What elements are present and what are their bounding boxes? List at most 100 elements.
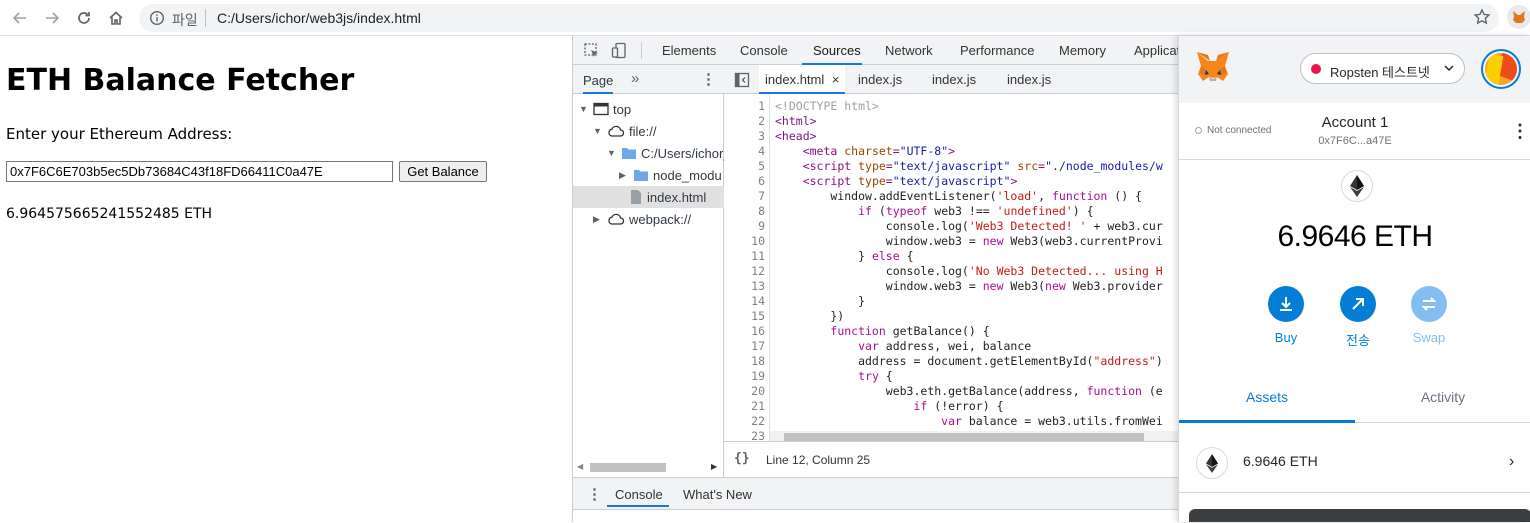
bookmark-star-icon[interactable] — [1473, 8, 1491, 26]
more-options-icon[interactable]: ⋮ — [701, 70, 716, 88]
tree-item-index-html[interactable]: index.html — [573, 186, 724, 208]
tab-console[interactable]: Console — [740, 43, 788, 58]
account-name[interactable]: Account 1 — [1179, 114, 1530, 131]
line-number[interactable]: 10 — [725, 234, 765, 249]
url-text[interactable]: C:/Users/ichor/web3js/index.html — [217, 10, 421, 26]
line-number[interactable]: 3 — [725, 129, 765, 144]
tree-item-top[interactable]: ▼ top — [579, 98, 631, 120]
code-line[interactable]: web3.eth.getBalance(address, function (e — [775, 384, 1163, 399]
swap-button[interactable]: Swap — [1399, 286, 1459, 345]
back-button[interactable] — [8, 6, 32, 30]
network-selector[interactable]: Ropsten 테스트넷 — [1300, 53, 1465, 84]
code-line[interactable]: } — [775, 294, 865, 309]
drawer-tab-console[interactable]: Console — [615, 487, 663, 502]
code-line[interactable]: var balance = web3.utils.fromWei — [775, 414, 1163, 429]
scrollbar-thumb[interactable] — [784, 433, 1144, 441]
navigator-scrollbar[interactable]: ◀ ▶ — [577, 462, 720, 472]
code-view[interactable]: 1 2 3 4 5 6 7 8 9 10 11 12 13 14 15 16 1… — [724, 94, 1179, 441]
account-options-icon[interactable]: ⋮ — [1511, 121, 1529, 142]
code-line[interactable]: if (typeof web3 !== 'undefined') { — [775, 204, 1093, 219]
editor-tab-index-js[interactable]: index.js — [858, 72, 902, 87]
code-line[interactable]: console.log('Web3 Detected! ' + web3.cur — [775, 219, 1163, 234]
tab-application[interactable]: Applicat — [1134, 43, 1180, 58]
home-button[interactable] — [104, 6, 128, 30]
code-line[interactable]: window.web3 = new Web3(web3.currentProvi — [775, 234, 1163, 249]
line-number[interactable]: 12 — [725, 264, 765, 279]
reload-button[interactable] — [72, 6, 96, 30]
get-balance-button[interactable]: Get Balance — [399, 161, 487, 182]
forward-button[interactable] — [40, 6, 64, 30]
tree-item-file[interactable]: ▼ file:// — [593, 120, 656, 142]
code-line[interactable]: console.log('No Web3 Detected... using H — [775, 264, 1163, 279]
tree-item-webpack[interactable]: ▶ webpack:// — [593, 208, 691, 230]
drawer-tab-whats-new[interactable]: What's New — [683, 487, 752, 502]
address-bar[interactable]: 파일 C:/Users/ichor/web3js/index.html — [139, 4, 1499, 32]
line-number[interactable]: 22 — [725, 414, 765, 429]
line-number[interactable]: 9 — [725, 219, 765, 234]
account-address[interactable]: 0x7F6C...a47E — [1179, 135, 1530, 147]
code-line[interactable]: <head> — [775, 129, 817, 144]
tab-assets[interactable]: Assets — [1179, 389, 1355, 405]
line-number[interactable]: 11 — [725, 249, 765, 264]
line-number[interactable]: 6 — [725, 174, 765, 189]
line-number[interactable]: 2 — [725, 114, 765, 129]
tab-page[interactable]: Page — [583, 73, 613, 88]
code-line[interactable]: }) — [775, 309, 844, 324]
device-toolbar-icon[interactable] — [611, 42, 628, 59]
tab-sources[interactable]: Sources — [813, 43, 861, 58]
line-number[interactable]: 16 — [725, 324, 765, 339]
code-line[interactable]: address = document.getElementById("addre… — [775, 354, 1163, 369]
asset-row-eth[interactable]: 6.9646 ETH › — [1179, 423, 1530, 493]
drawer-menu-icon[interactable]: ⋮ — [587, 485, 602, 503]
account-avatar[interactable] — [1481, 49, 1521, 89]
line-number[interactable]: 13 — [725, 279, 765, 294]
tab-activity[interactable]: Activity — [1355, 389, 1530, 405]
tab-performance[interactable]: Performance — [960, 43, 1034, 58]
line-number[interactable]: 7 — [725, 189, 765, 204]
editor-tab-index-js[interactable]: index.js — [1007, 72, 1051, 87]
code-line[interactable]: var address, wei, balance — [775, 339, 1031, 354]
line-number[interactable]: 14 — [725, 294, 765, 309]
line-number[interactable]: 21 — [725, 399, 765, 414]
address-input[interactable] — [6, 161, 393, 182]
code-line[interactable]: <script type="text/javascript" src="./no… — [775, 159, 1163, 174]
line-number[interactable]: 15 — [725, 309, 765, 324]
code-line[interactable]: <script type="text/javascript"> — [775, 174, 1018, 189]
code-line[interactable]: if (!error) { — [775, 399, 1003, 414]
tab-memory[interactable]: Memory — [1059, 43, 1106, 58]
code-line[interactable]: window.addEventListener('load', function… — [775, 189, 1142, 204]
info-icon[interactable] — [149, 10, 165, 26]
line-number[interactable]: 23 — [725, 429, 765, 441]
line-number[interactable]: 20 — [725, 384, 765, 399]
scroll-right-icon[interactable]: ▶ — [711, 462, 717, 471]
line-number[interactable]: 8 — [725, 204, 765, 219]
scrollbar-thumb[interactable] — [590, 463, 666, 472]
code-horizontal-scrollbar[interactable] — [770, 431, 1179, 441]
code-line[interactable]: window.web3 = new Web3(new Web3.provider — [775, 279, 1163, 294]
more-tabs-chevron-icon[interactable]: » — [631, 70, 639, 87]
editor-tab-index-js[interactable]: index.js — [932, 72, 976, 87]
tab-elements[interactable]: Elements — [662, 43, 716, 58]
line-number[interactable]: 5 — [725, 159, 765, 174]
code-line[interactable]: } else { — [775, 249, 913, 264]
close-icon[interactable]: × — [832, 72, 840, 87]
tab-network[interactable]: Network — [885, 43, 933, 58]
code-line[interactable]: <meta charset="UTF-8"> — [775, 144, 955, 159]
code-line[interactable]: <!DOCTYPE html> — [775, 99, 879, 114]
toggle-navigator-icon[interactable] — [734, 72, 750, 88]
tree-item-node-modules[interactable]: ▶ node_modu — [619, 164, 722, 186]
line-number[interactable]: 18 — [725, 354, 765, 369]
pretty-print-icon[interactable]: {} — [734, 451, 750, 466]
inspect-icon[interactable] — [583, 42, 600, 59]
code-line[interactable]: <html> — [775, 114, 817, 129]
editor-tab-index-html[interactable]: index.html × — [759, 65, 846, 94]
line-number[interactable]: 19 — [725, 369, 765, 384]
buy-button[interactable]: Buy — [1256, 286, 1316, 345]
tree-item-folder[interactable]: ▼ C:/Users/ichor_ — [607, 142, 731, 164]
scroll-left-icon[interactable]: ◀ — [577, 462, 583, 471]
code-line[interactable]: try { — [775, 369, 893, 384]
code-line[interactable]: function getBalance() { — [775, 324, 989, 339]
line-number[interactable]: 4 — [725, 144, 765, 159]
send-button[interactable]: 전송 — [1328, 286, 1388, 349]
line-number[interactable]: 17 — [725, 339, 765, 354]
